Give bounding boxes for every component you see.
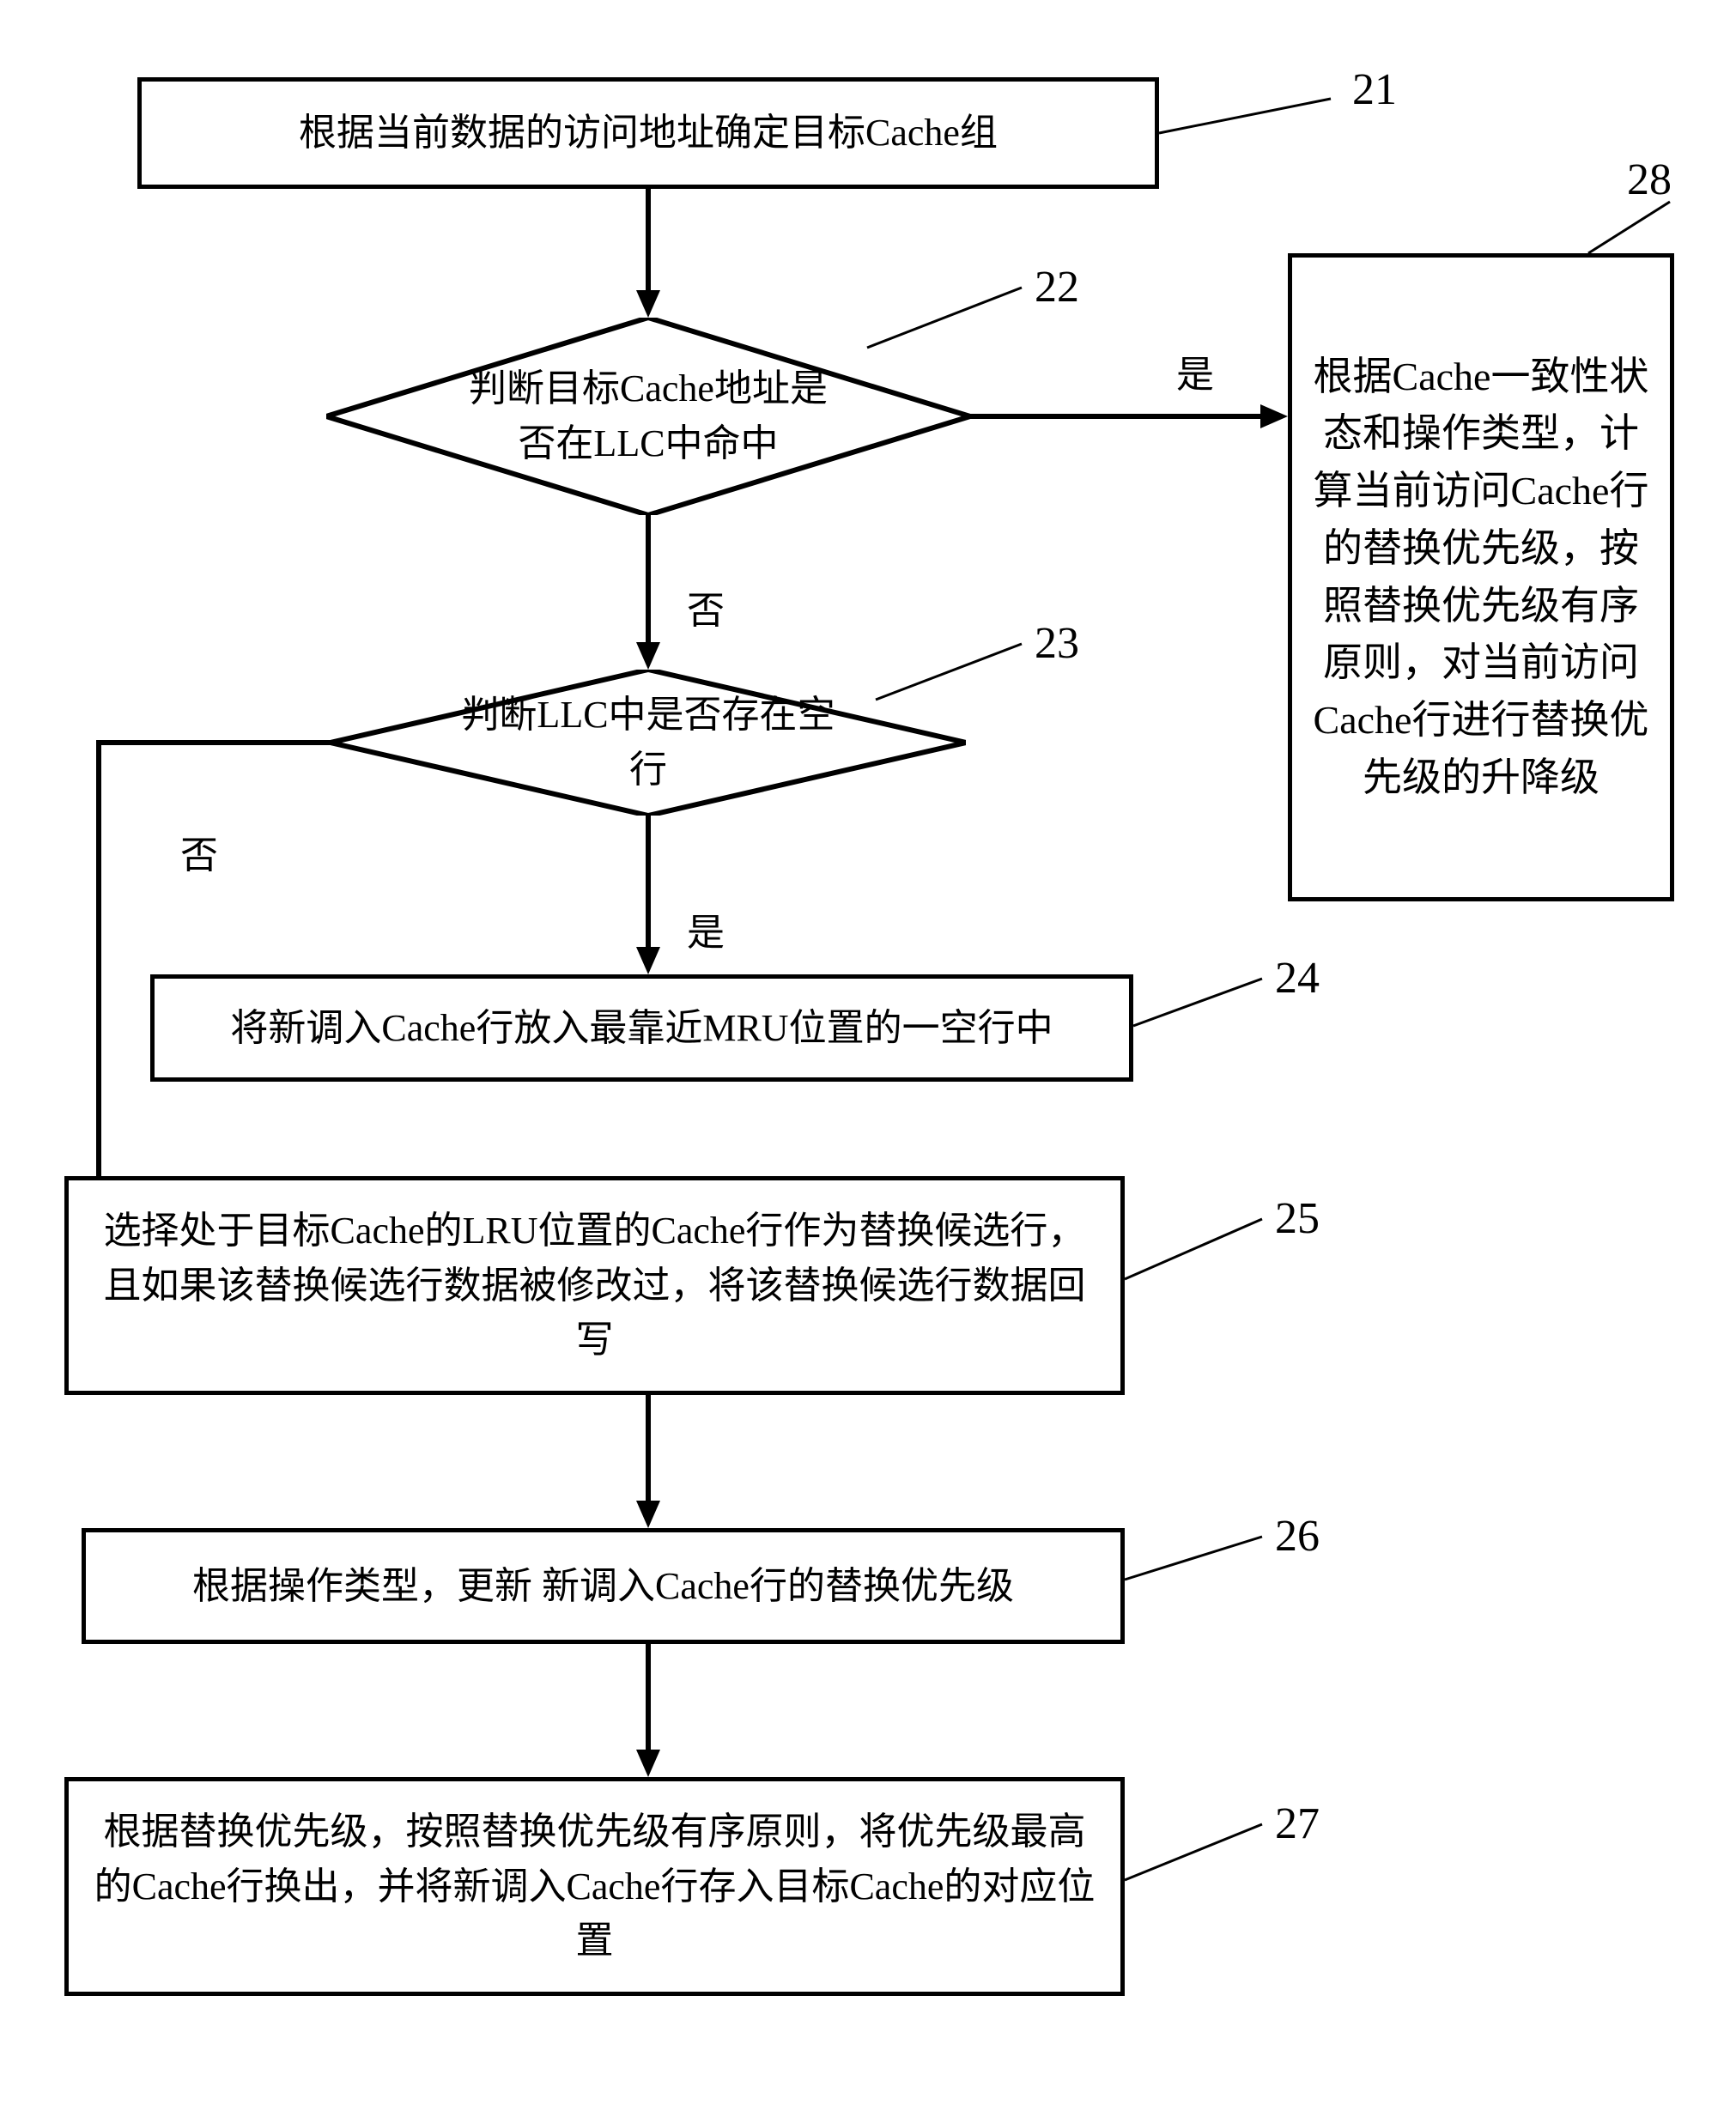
step-28-text: 根据Cache一致性状态和操作类型，计算当前访问Cache行的替换优先级，按照替… bbox=[1313, 349, 1649, 807]
decision-22-hit-in-llc: 判断目标Cache地址是否在LLC中命中 bbox=[326, 318, 970, 515]
step-24-text: 将新调入Cache行放入最靠近MRU位置的一空行中 bbox=[230, 1001, 1053, 1056]
step-25-select-lru-candidate-writeback: 选择处于目标Cache的LRU位置的Cache行作为替换候选行，且如果该替换候选… bbox=[64, 1176, 1125, 1395]
step-27-swap-out-highest-priority: 根据替换优先级，按照替换优先级有序原则，将优先级最高的Cache行换出，并将新调… bbox=[64, 1777, 1125, 1996]
step-21-text: 根据当前数据的访问地址确定目标Cache组 bbox=[299, 106, 998, 161]
label-24: 24 bbox=[1275, 953, 1320, 1004]
label-26: 26 bbox=[1275, 1511, 1320, 1562]
edge-label-22-no: 否 bbox=[687, 579, 725, 634]
leader-26 bbox=[1125, 1537, 1266, 1588]
step-26-text: 根据操作类型，更新 新调入Cache行的替换优先级 bbox=[192, 1559, 1014, 1614]
step-25-text: 选择处于目标Cache的LRU位置的Cache行作为替换候选行，且如果该替换候选… bbox=[89, 1204, 1100, 1368]
label-28: 28 bbox=[1627, 155, 1672, 205]
arrow-21-to-22 bbox=[631, 189, 665, 318]
edge-label-23-no: 否 bbox=[180, 824, 218, 879]
leader-25 bbox=[1125, 1219, 1266, 1288]
edge-label-23-yes: 是 bbox=[687, 901, 725, 956]
arrow-25-to-26 bbox=[631, 1395, 665, 1528]
decision-22-text: 判断目标Cache地址是否在LLC中命中 bbox=[455, 361, 841, 471]
edge-label-22-yes: 是 bbox=[1176, 343, 1214, 398]
step-27-text: 根据替换优先级，按照替换优先级有序原则，将优先级最高的Cache行换出，并将新调… bbox=[89, 1805, 1100, 1968]
arrow-23-yes-to-24 bbox=[631, 816, 665, 974]
label-27: 27 bbox=[1275, 1799, 1320, 1849]
step-26-update-replace-priority: 根据操作类型，更新 新调入Cache行的替换优先级 bbox=[82, 1528, 1125, 1644]
label-21: 21 bbox=[1352, 64, 1397, 115]
leader-24 bbox=[1133, 979, 1266, 1030]
step-28-compute-replace-priority-on-hit: 根据Cache一致性状态和操作类型，计算当前访问Cache行的替换优先级，按照替… bbox=[1288, 253, 1674, 901]
arrow-22-no-to-23 bbox=[631, 515, 665, 670]
leader-27 bbox=[1125, 1824, 1266, 1889]
label-22: 22 bbox=[1035, 262, 1079, 312]
leader-28 bbox=[1588, 202, 1674, 253]
arrow-26-to-27 bbox=[631, 1644, 665, 1777]
label-23: 23 bbox=[1035, 618, 1079, 669]
decision-23-empty-line-exists: 判断LLC中是否存在空行 bbox=[331, 670, 966, 816]
step-21-determine-target-cache-group: 根据当前数据的访问地址确定目标Cache组 bbox=[137, 77, 1159, 189]
label-25: 25 bbox=[1275, 1193, 1320, 1244]
arrow-22-yes-to-28 bbox=[970, 399, 1288, 434]
step-24-place-into-empty-near-mru: 将新调入Cache行放入最靠近MRU位置的一空行中 bbox=[150, 974, 1133, 1082]
leader-21 bbox=[1159, 99, 1344, 142]
decision-23-text: 判断LLC中是否存在空行 bbox=[459, 688, 837, 798]
